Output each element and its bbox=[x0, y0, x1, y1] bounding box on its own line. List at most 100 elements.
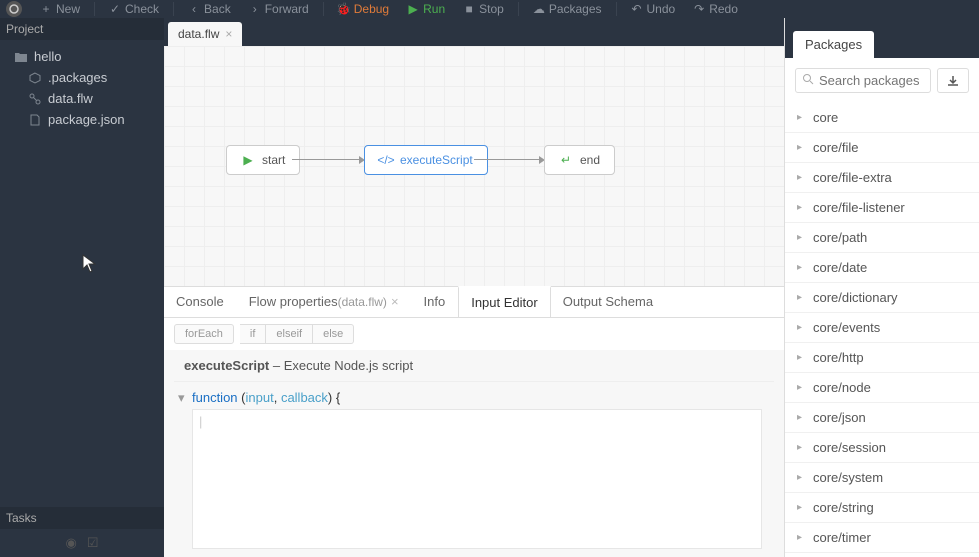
label: Stop bbox=[479, 2, 504, 16]
label: Check bbox=[125, 2, 159, 16]
tab-flow-properties[interactable]: Flow properties(data.flw) × bbox=[237, 287, 412, 317]
label: Info bbox=[424, 294, 446, 309]
undo-icon: ↶ bbox=[631, 3, 643, 15]
keyword: function bbox=[192, 390, 238, 405]
flow-canvas[interactable]: ▶ start </> executeScript ↵ end bbox=[164, 46, 784, 286]
stop-button[interactable]: ■Stop bbox=[455, 0, 512, 18]
label: core/date bbox=[813, 260, 867, 275]
tree-folder-hello[interactable]: hello bbox=[0, 46, 164, 67]
elseif-button[interactable]: elseif bbox=[266, 324, 313, 344]
check-icon: ✓ bbox=[109, 3, 121, 15]
chevron-right-icon: ▸ bbox=[797, 412, 805, 423]
label: data.flw bbox=[48, 91, 93, 106]
run-button[interactable]: ▶Run bbox=[399, 0, 453, 18]
return-icon: ↵ bbox=[559, 153, 573, 167]
node-end[interactable]: ↵ end bbox=[544, 145, 615, 175]
script-header: executeScript – Execute Node.js script bbox=[174, 350, 774, 382]
package-item[interactable]: ▸core/node bbox=[785, 373, 979, 403]
label: Flow properties bbox=[249, 294, 338, 309]
tab-output-schema[interactable]: Output Schema bbox=[551, 287, 666, 317]
tab-packages[interactable]: Packages bbox=[793, 31, 874, 58]
node-start[interactable]: ▶ start bbox=[226, 145, 300, 175]
download-icon bbox=[946, 74, 960, 88]
arrow bbox=[292, 159, 360, 160]
chevron-right-icon: ▸ bbox=[797, 352, 805, 363]
tab-console[interactable]: Console bbox=[164, 287, 237, 317]
file-icon bbox=[28, 113, 42, 127]
package-item[interactable]: ▸core bbox=[785, 103, 979, 133]
label: core/session bbox=[813, 440, 886, 455]
app-logo-icon bbox=[6, 1, 22, 17]
bottom-tabs: Console Flow properties(data.flw)× Info … bbox=[164, 286, 784, 318]
label: New bbox=[56, 2, 80, 16]
tree-item-packages[interactable]: .packages bbox=[0, 67, 164, 88]
redo-button[interactable]: ↷Redo bbox=[685, 0, 746, 18]
else-button[interactable]: else bbox=[313, 324, 354, 344]
package-item[interactable]: ▸core/system bbox=[785, 463, 979, 493]
package-item[interactable]: ▸core/path bbox=[785, 223, 979, 253]
back-button[interactable]: ‹Back bbox=[180, 0, 239, 18]
label: Redo bbox=[709, 2, 738, 16]
separator bbox=[518, 2, 519, 16]
label: core/http bbox=[813, 350, 864, 365]
play-icon: ▶ bbox=[407, 3, 419, 15]
if-button[interactable]: if bbox=[240, 324, 267, 344]
arrow bbox=[474, 159, 540, 160]
separator bbox=[616, 2, 617, 16]
label: core/file-extra bbox=[813, 170, 892, 185]
package-item[interactable]: ▸ core/file-extra bbox=[785, 163, 979, 193]
label: core/file-listener bbox=[813, 200, 905, 215]
tab-info[interactable]: Info bbox=[412, 287, 459, 317]
search-icon bbox=[802, 73, 814, 88]
label: hello bbox=[34, 49, 61, 64]
undo-button[interactable]: ↶Undo bbox=[623, 0, 684, 18]
package-item[interactable]: ▸core/file bbox=[785, 133, 979, 163]
editor-tab-data-flw[interactable]: data.flw × bbox=[168, 22, 242, 46]
search-box[interactable] bbox=[795, 68, 931, 93]
main-area: Project hello .packages data.flw package… bbox=[0, 18, 979, 557]
file-tree: hello .packages data.flw package.json bbox=[0, 40, 164, 136]
label: data.flw bbox=[178, 27, 219, 41]
debug-button[interactable]: 🐞Debug bbox=[330, 0, 397, 18]
fold-toggle[interactable]: ▾ bbox=[174, 390, 192, 549]
packages-button[interactable]: ☁Packages bbox=[525, 0, 610, 18]
forward-button[interactable]: ›Forward bbox=[241, 0, 317, 18]
package-item[interactable]: ▸ core/http bbox=[785, 343, 979, 373]
package-item[interactable]: ▸core/string bbox=[785, 493, 979, 523]
check-button[interactable]: ✓ Check bbox=[101, 0, 167, 18]
project-panel-title: Project bbox=[0, 18, 164, 40]
script-desc: – Execute Node.js script bbox=[269, 358, 413, 373]
check-icon: ☑ bbox=[87, 535, 99, 551]
package-item[interactable]: ▸core/json bbox=[785, 403, 979, 433]
foreach-button[interactable]: forEach bbox=[174, 324, 234, 344]
tree-item-data-flw[interactable]: data.flw bbox=[0, 88, 164, 109]
package-item[interactable]: ▸core/dictionary bbox=[785, 283, 979, 313]
sublabel: (data.flw) bbox=[338, 295, 387, 309]
node-executescript[interactable]: </> executeScript bbox=[364, 145, 488, 175]
package-item[interactable]: ▸ core/events bbox=[785, 313, 979, 343]
flow-icon bbox=[28, 92, 42, 106]
close-icon[interactable]: × bbox=[225, 27, 232, 41]
search-input[interactable] bbox=[819, 73, 924, 88]
package-item[interactable]: ▸core/session bbox=[785, 433, 979, 463]
chevron-right-icon: ▸ bbox=[797, 322, 805, 333]
separator bbox=[323, 2, 324, 16]
download-button[interactable] bbox=[937, 68, 969, 93]
close-icon[interactable]: × bbox=[391, 294, 399, 309]
label: core/events bbox=[813, 320, 880, 335]
label: start bbox=[262, 153, 285, 167]
package-item[interactable]: ▸core/timer bbox=[785, 523, 979, 553]
label: executeScript bbox=[400, 153, 473, 167]
label: core/node bbox=[813, 380, 871, 395]
tab-input-editor[interactable]: Input Editor bbox=[458, 286, 551, 317]
package-item[interactable]: ▸core/webservice bbox=[785, 553, 979, 557]
label: core/string bbox=[813, 500, 874, 515]
script-body-input[interactable]: | bbox=[192, 409, 762, 549]
package-item[interactable]: ▸core/date bbox=[785, 253, 979, 283]
chevron-right-icon: ▸ bbox=[797, 172, 805, 183]
code-icon: </> bbox=[379, 153, 393, 167]
label: package.json bbox=[48, 112, 125, 127]
tree-item-package-json[interactable]: package.json bbox=[0, 109, 164, 130]
package-item[interactable]: ▸core/file-listener bbox=[785, 193, 979, 223]
new-button[interactable]: +New bbox=[32, 0, 88, 18]
